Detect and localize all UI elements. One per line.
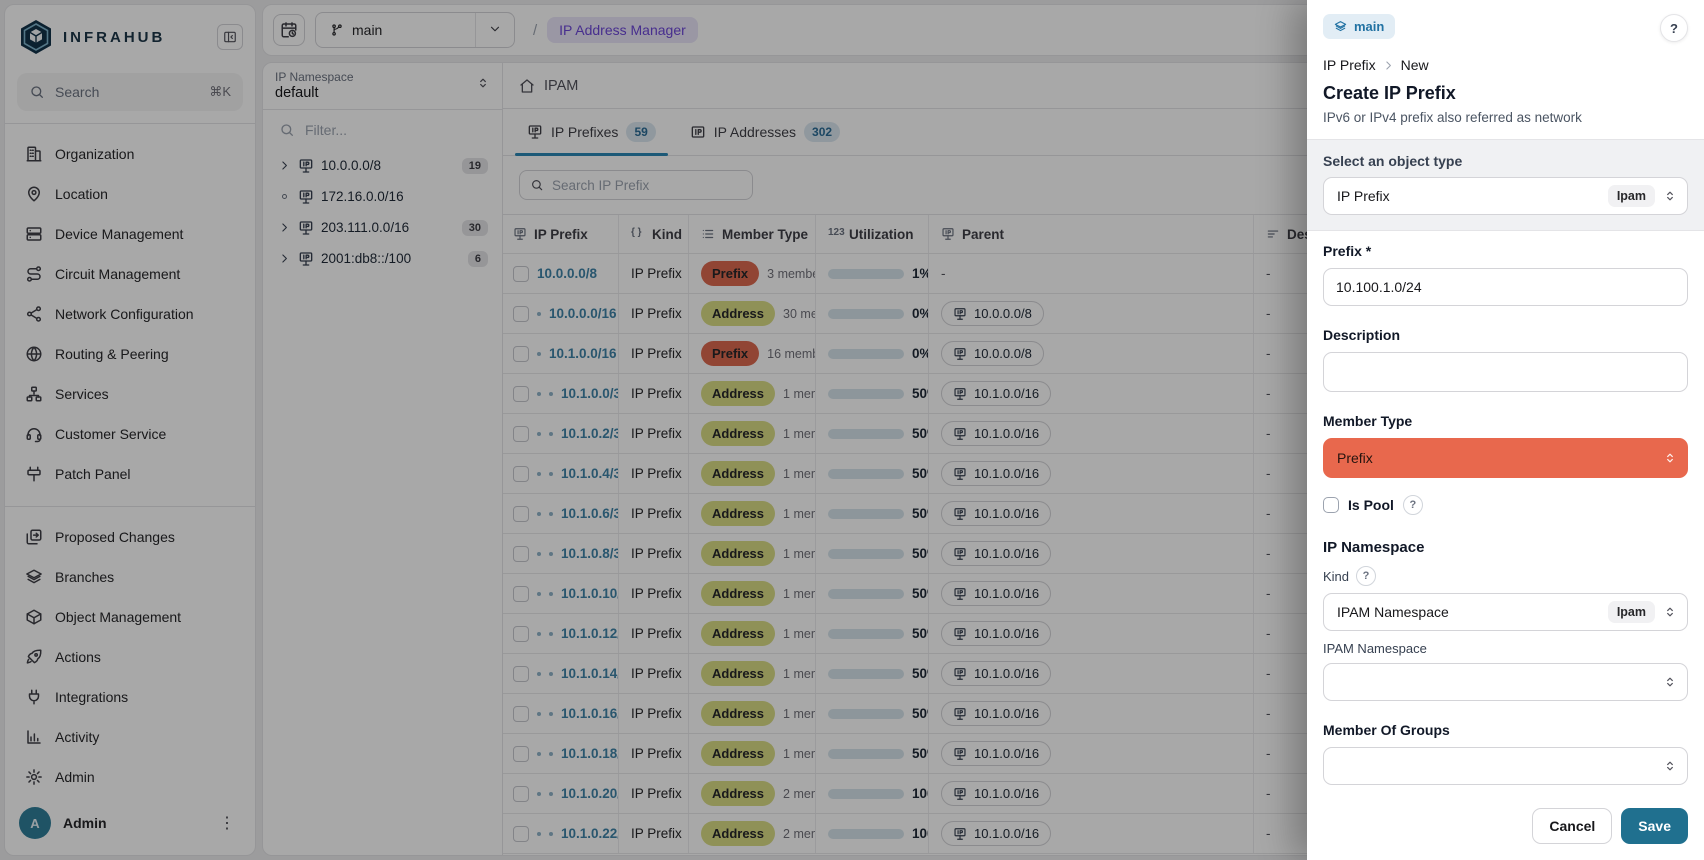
- kind-field-label: Kind: [1323, 569, 1349, 584]
- updown-icon: [1663, 759, 1677, 773]
- namespace-kind-badge: Ipam: [1608, 185, 1655, 207]
- member-of-groups-field-label: Member Of Groups: [1323, 722, 1688, 738]
- create-form: Prefix * Description Member Type Prefix …: [1307, 231, 1704, 794]
- ipam-namespace-field-label: IPAM Namespace: [1323, 641, 1427, 656]
- panel-breadcrumb: IP Prefix New: [1323, 57, 1688, 73]
- layers-icon: [1334, 20, 1347, 33]
- panel-subtitle: IPv6 or IPv4 prefix also referred as net…: [1323, 110, 1688, 125]
- prefix-field-label: Prefix *: [1323, 243, 1688, 259]
- description-field-label: Description: [1323, 327, 1688, 343]
- is-pool-label: Is Pool: [1348, 497, 1394, 513]
- member-type-field-label: Member Type: [1323, 413, 1688, 429]
- cancel-button[interactable]: Cancel: [1532, 808, 1612, 844]
- save-button[interactable]: Save: [1621, 808, 1688, 844]
- chevron-right-icon: [1382, 59, 1395, 72]
- help-button[interactable]: ?: [1660, 14, 1688, 42]
- object-type-select[interactable]: IP Prefix Ipam: [1323, 177, 1688, 215]
- updown-icon: [1663, 451, 1677, 465]
- object-type-section: Select an object type IP Prefix Ipam: [1307, 140, 1704, 231]
- breadcrumb-current: New: [1401, 57, 1429, 73]
- ipam-namespace-select[interactable]: [1323, 663, 1688, 701]
- prefix-input[interactable]: [1323, 268, 1688, 306]
- kind-help-icon[interactable]: ?: [1356, 566, 1376, 586]
- panel-title: Create IP Prefix: [1323, 83, 1688, 104]
- updown-icon: [1663, 189, 1677, 203]
- updown-icon: [1663, 605, 1677, 619]
- is-pool-checkbox[interactable]: [1323, 497, 1339, 513]
- updown-icon: [1663, 675, 1677, 689]
- description-input[interactable]: [1323, 352, 1688, 392]
- create-ip-prefix-drawer: main ? IP Prefix New Create IP Prefix IP…: [1307, 0, 1704, 860]
- member-of-groups-select[interactable]: [1323, 747, 1688, 785]
- panel-branch-badge: main: [1323, 14, 1395, 39]
- ip-namespace-section-title: IP Namespace: [1323, 539, 1688, 556]
- is-pool-help-icon[interactable]: ?: [1403, 495, 1423, 515]
- object-type-label: Select an object type: [1323, 153, 1688, 169]
- kind-select[interactable]: IPAM Namespace Ipam: [1323, 593, 1688, 631]
- breadcrumb-parent[interactable]: IP Prefix: [1323, 57, 1376, 73]
- member-type-select[interactable]: Prefix: [1323, 438, 1688, 478]
